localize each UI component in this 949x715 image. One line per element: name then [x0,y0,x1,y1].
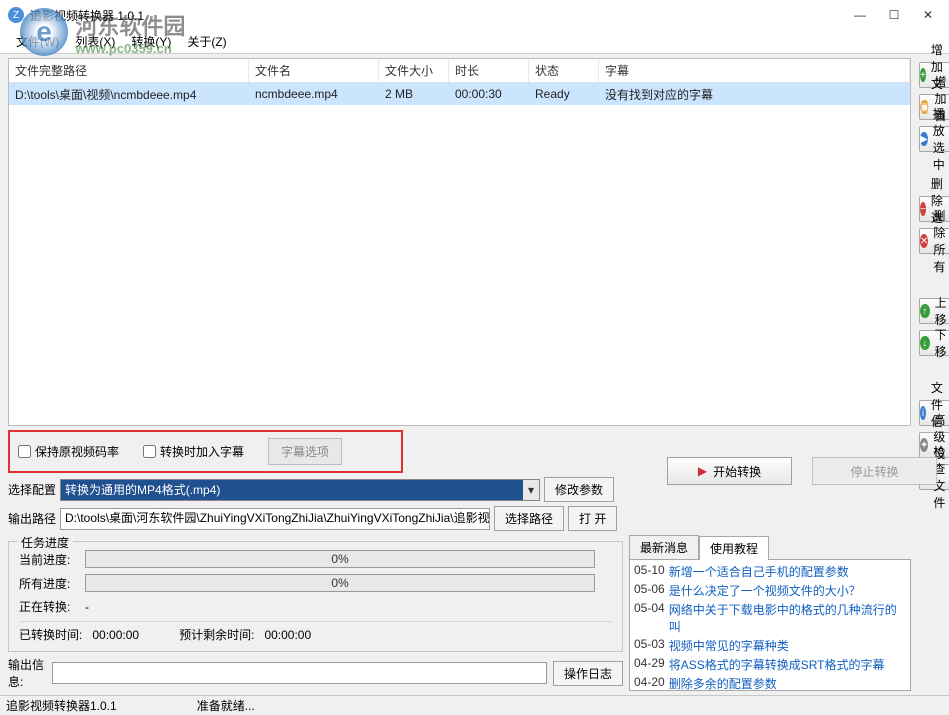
start-convert-button[interactable]: ▶开始转换 [667,457,792,485]
menubar: 文件(W) 列表(X) 转换(Y) 关于(Z) [0,30,949,54]
edit-params-button[interactable]: 修改参数 [544,477,614,502]
news-list[interactable]: 05-10新增一个适合自己手机的配置参数 05-06是什么决定了一个视频文件的大… [629,559,911,691]
app-icon: Z [8,7,24,23]
menu-list[interactable]: 列表(X) [67,33,123,50]
cell-name: ncmbdeee.mp4 [249,87,379,101]
dropdown-arrow-icon: ▾ [523,480,539,500]
gear-icon: ✦ [920,438,928,452]
output-label: 输出路径 [8,510,56,527]
progress-legend: 任务进度 [17,534,73,551]
table-row[interactable]: D:\tools\桌面\视频\ncmbdeee.mp4 ncmbdeee.mp4… [9,83,910,105]
output-info-input[interactable] [52,662,547,684]
titlebar: Z 追影视频转换器 1.0.1 — ☐ ✕ [0,0,949,30]
status-ready: 准备就绪... [197,697,255,714]
plus-icon: + [920,68,926,82]
th-size[interactable]: 文件大小 [379,59,449,82]
th-name[interactable]: 文件名 [249,59,379,82]
converting-value: - [85,600,89,614]
select-path-button[interactable]: 选择路径 [494,506,564,531]
close-button[interactable]: ✕ [921,8,935,22]
list-item: 05-06是什么决定了一个视频文件的大小？ [634,581,906,600]
minimize-button[interactable]: — [853,8,867,22]
subtitle-options-button[interactable]: 字幕选项 [268,438,342,465]
folder-icon: ▣ [920,100,929,114]
menu-about[interactable]: 关于(Z) [179,33,234,50]
output-path-input[interactable]: D:\tools\桌面\河东软件园\ZhuiYingVXiTongZhiJia\… [60,508,490,530]
list-item: 04-29将ASS格式的字幕转换成SRT格式的字幕 [634,655,906,674]
list-item: 05-03视频中常见的字幕种类 [634,636,906,655]
menu-convert[interactable]: 转换(Y) [123,33,179,50]
minus-icon: − [920,202,926,216]
stop-convert-button[interactable]: 停止转换 [812,457,937,485]
play-selected-button[interactable]: ▶播放选中 [919,126,949,152]
add-subtitle-label: 转换时加入字幕 [160,443,244,460]
config-select[interactable]: 转换为通用的MP4格式(.mp4) ▾ [60,479,540,501]
play-triangle-icon: ▶ [698,464,707,478]
elapsed-value: 00:00:00 [92,628,139,642]
keep-bitrate-label: 保持原视频码率 [35,443,119,460]
tab-tutorial[interactable]: 使用教程 [699,536,769,560]
output-info-row: 输出信息: 操作日志 [8,656,623,690]
cell-duration: 00:00:30 [449,87,529,101]
converting-label: 正在转换: [19,598,77,615]
elapsed-label: 已转换时间: [19,628,82,642]
list-item: 05-10新增一个适合自己手机的配置参数 [634,562,906,581]
tabs-area: 最新消息 使用教程 05-10新增一个适合自己手机的配置参数 05-06是什么决… [629,535,911,691]
cell-subtitle: 没有找到对应的字幕 [599,86,910,103]
statusbar: 追影视频转换器1.0.1 准备就绪... [0,695,949,715]
delete-all-button[interactable]: ✕删除所有 [919,228,949,254]
status-app: 追影视频转换器1.0.1 [6,697,117,714]
play-icon: ▶ [920,132,928,146]
config-label: 选择配置 [8,481,56,498]
list-item: 04-20删除多余的配置参数 [634,674,906,691]
th-duration[interactable]: 时长 [449,59,529,82]
down-arrow-icon: ↓ [920,336,930,350]
th-status[interactable]: 状态 [529,59,599,82]
th-subtitle[interactable]: 字幕 [599,59,910,82]
th-path[interactable]: 文件完整路径 [9,59,249,82]
up-arrow-icon: ↑ [920,304,930,318]
current-progress-label: 当前进度: [19,551,77,568]
move-down-button[interactable]: ↓下移 [919,330,949,356]
output-info-label: 输出信息: [8,656,46,690]
checkbox-add-subtitle[interactable]: 转换时加入字幕 [143,443,244,460]
all-progress-bar: 0% [85,574,595,592]
remain-label: 预计剩余时间: [179,628,254,642]
table-header: 文件完整路径 文件名 文件大小 时长 状态 字幕 [9,59,910,83]
cell-status: Ready [529,87,599,101]
remain-value: 00:00:00 [264,628,311,642]
checkbox-keep-bitrate[interactable]: 保持原视频码率 [18,443,119,460]
config-value: 转换为通用的MP4格式(.mp4) [65,481,220,498]
x-icon: ✕ [920,234,928,248]
menu-file[interactable]: 文件(W) [8,33,67,50]
list-item: 05-04网络中关于下载电影中的格式的几种流行的叫 [634,600,906,636]
operation-log-button[interactable]: 操作日志 [553,661,623,686]
tab-news[interactable]: 最新消息 [629,535,699,559]
window-controls: — ☐ ✕ [853,8,935,22]
side-toolbar: +增加文件 ▣增加目录 ▶播放选中 −删除选中 ✕删除所有 ↑上移 ↓下移 i文… [915,54,949,695]
progress-group: 任务进度 当前进度: 0% 所有进度: 0% 正在转换: - 已转换时间: [8,541,623,652]
file-table[interactable]: 文件完整路径 文件名 文件大小 时长 状态 字幕 D:\tools\桌面\视频\… [8,58,911,426]
cell-size: 2 MB [379,87,449,101]
cell-path: D:\tools\桌面\视频\ncmbdeee.mp4 [9,86,249,103]
output-path-row: 输出路径 D:\tools\桌面\河东软件园\ZhuiYingVXiTongZh… [8,506,911,531]
move-up-button[interactable]: ↑上移 [919,298,949,324]
open-path-button[interactable]: 打 开 [568,506,617,531]
maximize-button[interactable]: ☐ [887,8,901,22]
current-progress-bar: 0% [85,550,595,568]
all-progress-label: 所有进度: [19,575,77,592]
info-icon: i [920,406,926,420]
options-row: 保持原视频码率 转换时加入字幕 字幕选项 [8,430,403,473]
window-title: 追影视频转换器 1.0.1 [30,7,853,24]
